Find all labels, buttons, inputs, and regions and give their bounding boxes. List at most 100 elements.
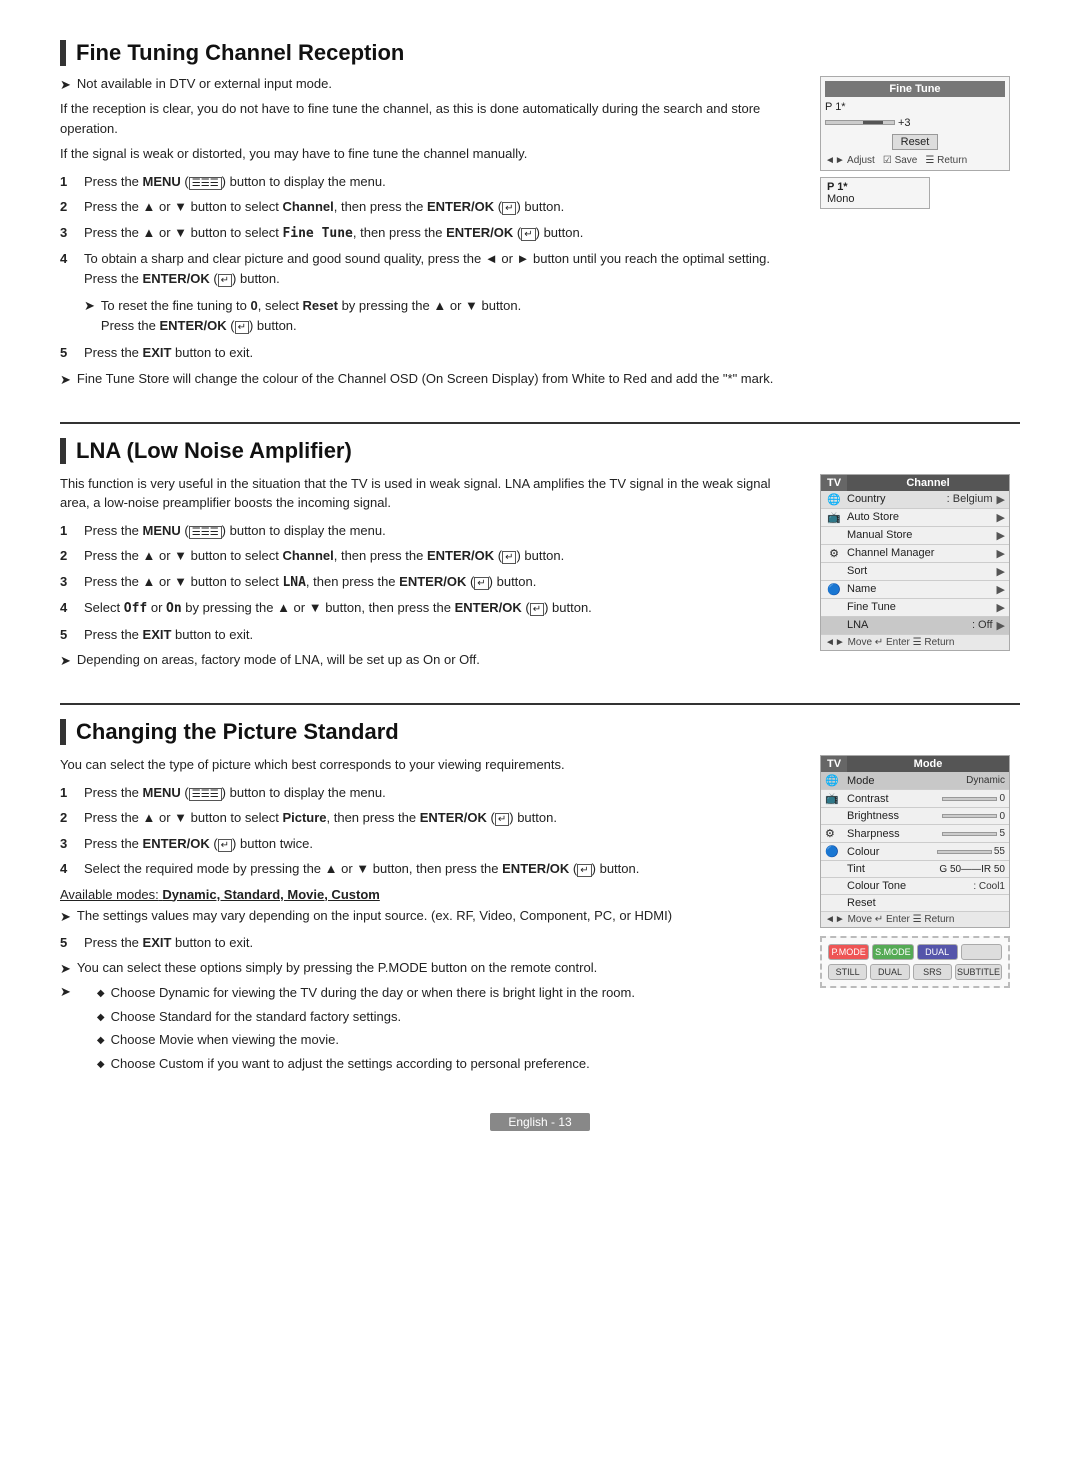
fine-tune-p-label: P 1* — [825, 101, 846, 113]
pic-menu-reset: Reset — [821, 895, 1009, 912]
bullet-dynamic-text: Choose Dynamic for viewing the TV during… — [111, 983, 635, 1003]
picture-text: You can select the type of picture which… — [60, 755, 800, 1083]
footer-bar: English - 13 — [60, 1113, 1020, 1131]
channel-menu-row-fine-tune: Fine Tune ▶ — [821, 599, 1009, 617]
lna-step-1: 1 Press the MENU (☰☰☰) button to display… — [60, 521, 800, 541]
arrow-icon-sub: ➤ — [84, 296, 95, 335]
picture-tv-label: TV — [821, 756, 847, 772]
tint-value: G 50——IR 50 — [939, 864, 1005, 875]
step-1-text: Press the MENU (☰☰☰) button to display t… — [84, 172, 386, 192]
colour-tone-label: Colour Tone — [843, 880, 973, 892]
bullet-movie-text: Choose Movie when viewing the movie. — [111, 1030, 339, 1050]
remote-btn-dual: DUAL — [917, 944, 958, 960]
fine-tune-reset-btn[interactable]: Reset — [892, 134, 939, 150]
mode-label-row: Mode — [843, 775, 966, 787]
step-1: 1 Press the MENU (☰☰☰) button to display… — [60, 172, 800, 192]
arrow-icon-1: ➤ — [60, 77, 71, 93]
diamond-4: ◆ — [97, 1057, 105, 1074]
manual-store-arrow: ▶ — [997, 529, 1005, 542]
manager-icon: ⚙ — [825, 547, 843, 560]
manager-arrow: ▶ — [997, 547, 1005, 560]
lna-step-3: 3 Press the ▲ or ▼ button to select LNA,… — [60, 572, 800, 593]
pic-step-num-2: 2 — [60, 808, 74, 828]
lna-step-num-3: 3 — [60, 572, 74, 593]
lna-step-2-text: Press the ▲ or ▼ button to select Channe… — [84, 546, 564, 566]
brightness-label: Brightness — [843, 810, 940, 822]
pic-step-2-text: Press the ▲ or ▼ button to select Pictur… — [84, 808, 557, 828]
channel-menu-header: TV Channel — [821, 475, 1009, 491]
bullet-list: ◆ Choose Dynamic for viewing the TV durin… — [97, 983, 635, 1073]
channel-menu-ch-label: Channel — [847, 475, 1009, 491]
fine-tune-ui-box: Fine Tune P 1* +3 Reset — [820, 76, 1010, 171]
lna-step-4-text: Select Off or On by pressing the ▲ or ▼ … — [84, 598, 592, 619]
footer-label: English - 13 — [490, 1113, 589, 1131]
fine-tuning-final-note-text: Fine Tune Store will change the colour o… — [77, 371, 773, 386]
mono-box: P 1* Mono — [820, 177, 930, 209]
picture-note-pmode: ➤ You can select these options simply by… — [60, 960, 800, 977]
step-num-1: 1 — [60, 172, 74, 192]
sharpness-label: Sharpness — [843, 828, 940, 840]
picture-step5: 5 Press the EXIT button to exit. — [60, 933, 800, 953]
auto-store-icon: 📺 — [825, 511, 843, 524]
section-title-picture: Changing the Picture Standard — [60, 719, 1020, 745]
section-fine-tuning: Fine Tuning Channel Reception ➤ Not avai… — [60, 40, 1020, 394]
name-icon: 🔵 — [825, 583, 843, 596]
fine-tuning-note-1-text: Not available in DTV or external input m… — [77, 76, 332, 91]
sharpness-value: 5 — [999, 828, 1005, 839]
channel-menu-footer: ◄► Move ↵ Enter ☰ Return — [821, 635, 1009, 650]
lna-step-1-text: Press the MENU (☰☰☰) button to display t… — [84, 521, 386, 541]
picture-steps: 1 Press the MENU (☰☰☰) button to display… — [60, 783, 800, 879]
remote-btn-still: STILL — [828, 964, 867, 980]
manager-label: Channel Manager — [843, 547, 993, 559]
contrast-value: 0 — [999, 793, 1005, 804]
fine-tune-return: ☰ Return — [925, 155, 967, 166]
reset-label-row: Reset — [843, 897, 1005, 909]
mono-label: Mono — [827, 193, 923, 205]
contrast-label: Contrast — [843, 793, 940, 805]
fine-tune-label: Fine Tune — [843, 601, 993, 613]
fine-tune-save: ☑ Save — [883, 155, 918, 166]
lna-sidebar: TV Channel 🌐 Country : Belgium ▶ 📺 Auto … — [820, 474, 1020, 651]
arrow-icon-lna: ➤ — [60, 653, 71, 669]
lna-menu-label: LNA — [843, 619, 972, 631]
lna-value: : Off — [972, 619, 997, 631]
fine-tune-value: +3 — [898, 117, 911, 129]
picture-note-pmode-text: You can select these options simply by p… — [77, 960, 597, 975]
colour-label: Colour — [843, 846, 935, 858]
section-title-lna: LNA (Low Noise Amplifier) — [60, 438, 1020, 464]
fine-tune-p-row: P 1* — [825, 101, 1005, 113]
sort-label: Sort — [843, 565, 993, 577]
remote-btn-srs: SRS — [913, 964, 952, 980]
bullet-standard: ◆Choose Standard for the standard factor… — [97, 1007, 635, 1027]
sub-note-reset: ➤ To reset the fine tuning to 0, select … — [84, 296, 800, 335]
remote-btn-smode: S.MODE — [872, 944, 913, 960]
step-5-ft: 5 Press the EXIT button to exit. — [60, 343, 800, 363]
fine-tuning-intro-2: If the reception is clear, you do not ha… — [60, 99, 800, 138]
fine-tuning-intro-3: If the signal is weak or distorted, you … — [60, 144, 800, 164]
lna-final-note: ➤ Depending on areas, factory mode of LN… — [60, 652, 800, 669]
mode-icon: 🌐 — [825, 774, 843, 787]
sort-arrow: ▶ — [997, 565, 1005, 578]
colour-tone-value: : Cool1 — [973, 881, 1005, 892]
colour-icon: 🔵 — [825, 845, 843, 858]
pic-menu-tint: Tint G 50——IR 50 — [821, 861, 1009, 878]
tint-label: Tint — [843, 863, 939, 875]
remote-btn-empty — [961, 944, 1002, 960]
pic-step-5: 5 Press the EXIT button to exit. — [60, 933, 800, 953]
pic-menu-contrast: 📺 Contrast 0 — [821, 790, 1009, 808]
pic-step-num-3: 3 — [60, 834, 74, 854]
step-3: 3 Press the ▲ or ▼ button to select Fine… — [60, 223, 800, 244]
divider-2 — [60, 703, 1020, 705]
pic-step-3: 3 Press the ENTER/OK (↵) button twice. — [60, 834, 800, 854]
lna-step-4: 4 Select Off or On by pressing the ▲ or … — [60, 598, 800, 619]
lna-step-num-4: 4 — [60, 598, 74, 619]
lna-steps: 1 Press the MENU (☰☰☰) button to display… — [60, 521, 800, 645]
channel-menu-ui: TV Channel 🌐 Country : Belgium ▶ 📺 Auto … — [820, 474, 1010, 651]
remote-bottom-row: STILL DUAL SRS SUBTITLE — [828, 964, 1002, 980]
section-title-fine-tuning: Fine Tuning Channel Reception — [60, 40, 1020, 66]
step-num-4: 4 — [60, 249, 74, 288]
sub-note-reset-text: To reset the fine tuning to 0, select Re… — [101, 296, 521, 335]
pic-step-num-4: 4 — [60, 859, 74, 879]
fine-tune-slider-row: +3 — [825, 116, 1005, 129]
pic-step-5-text: Press the EXIT button to exit. — [84, 933, 253, 953]
